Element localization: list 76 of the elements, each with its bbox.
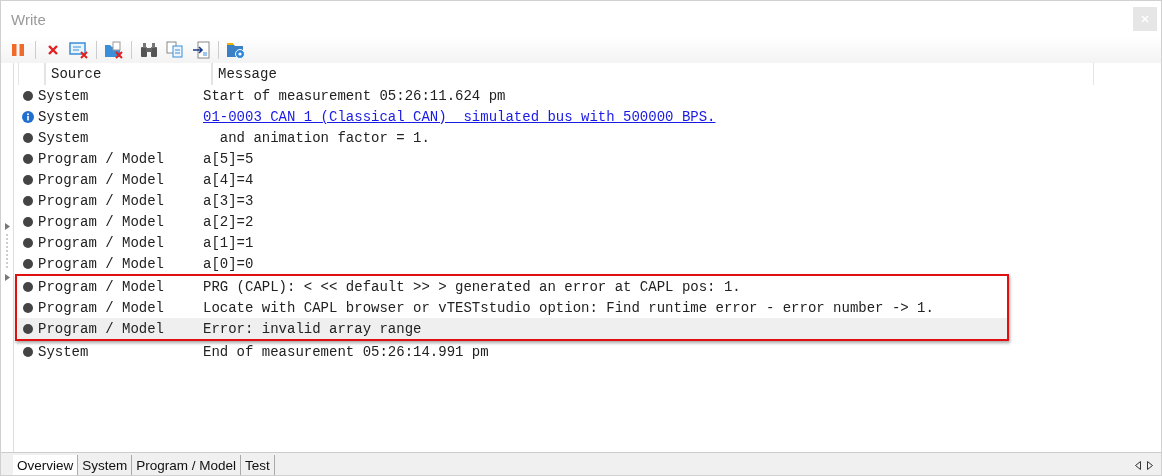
log-row[interactable]: System 01-0003 CAN 1 (Classical CAN) simulated bus with 500000 BPS. [18,106,1094,127]
binoculars-icon [140,42,158,58]
log-row[interactable]: System End of measurement 05:26:14.991 pm [18,341,1094,362]
clear-file-button[interactable] [103,39,125,61]
bullet-icon [23,195,33,206]
message-text: Error: invalid array range [203,320,422,337]
tab[interactable]: Test [241,455,275,475]
log-row[interactable]: Program / Model a[3]=3 [18,190,1094,211]
column-header[interactable]: Source [45,63,212,85]
bullet-icon [23,132,33,143]
log-row[interactable]: Program / Model a[1]=1 [18,232,1094,253]
bullet-icon [23,90,33,101]
message-link[interactable]: 01-0003 CAN 1 (Classical CAN) simulated bus with 500000 BPS. [203,108,716,125]
log-row[interactable]: Program / Model Error: invalid array range [18,318,1007,339]
message-text: Locate with CAPL browser or vTESTstudio option: Find runtime error - error number -> 1. [203,299,934,316]
expand-icon[interactable] [4,274,10,281]
source-text: Program / Model [38,255,166,272]
source-text: Program / Model [38,278,166,295]
bullet-icon [23,302,33,313]
expand-icon[interactable] [4,223,10,230]
info-icon [22,110,34,123]
message-text: and animation factor = 1. [218,129,430,146]
bullet-icon [23,323,33,334]
log-row[interactable]: Program / Model a[0]=0 [18,253,1094,274]
column-header[interactable]: Message [212,63,1094,85]
pause-icon [11,43,25,57]
source-text: System [38,343,90,360]
bullet-icon [23,258,33,269]
log-row[interactable]: System and animation factor = 1. [18,127,1094,148]
close-icon [47,44,59,56]
message-text: a[1]=1 [203,234,254,251]
source-text: Program / Model [38,234,166,251]
import-icon [192,41,210,59]
source-text: Program / Model [38,171,166,188]
source-text: System [38,87,90,104]
import-button[interactable] [190,39,212,61]
header-cell [18,63,45,85]
log-row[interactable]: Program / Model a[4]=4 [18,169,1094,190]
source-text: System [38,129,90,146]
tab[interactable]: Program / Model [132,455,242,475]
source-text: Program / Model [38,320,166,337]
message-text: a[2]=2 [203,213,254,230]
message-text: a[0]=0 [203,255,254,272]
source-text: Program / Model [38,299,166,316]
message-text: PRG (CAPL): < << default >> > generated an error at CAPL pos: 1. [203,278,741,295]
bullet-icon [23,346,33,357]
source-text: Program / Model [38,150,166,167]
bullet-icon [23,281,33,292]
bullet-icon [23,174,33,185]
window-title: Write [11,10,46,28]
scroll-left-icon[interactable] [1135,461,1141,470]
source-text: Program / Model [38,192,166,209]
clear-button[interactable] [68,39,90,61]
close-icon [1140,14,1150,24]
screen-x-icon [69,41,89,59]
message-text: a[3]=3 [203,192,254,209]
folder-gear-icon [226,41,246,59]
log-row[interactable]: System Start of measurement 05:26:11.624 pm [18,85,1094,106]
scroll-right-icon[interactable] [1147,461,1153,470]
message-text: a[4]=4 [203,171,254,188]
tab[interactable]: Overview [13,455,79,475]
log-row[interactable]: Program / Model a[2]=2 [18,211,1094,232]
log-row[interactable]: Program / Model a[5]=5 [18,148,1094,169]
source-text: Program / Model [38,213,166,230]
copy-icon [166,41,184,59]
source-text: System [38,108,90,125]
log-row[interactable]: Program / Model Locate with CAPL browser or vTESTstudio option: Find runtime error - error number -> 1. [18,297,1007,318]
bullet-icon [23,153,33,164]
message-text: a[5]=5 [203,150,254,167]
folder-x-icon [104,41,124,59]
tab[interactable]: System [78,455,133,475]
bullet-icon [23,216,33,227]
bullet-icon [23,237,33,248]
log-row[interactable]: Program / Model PRG (CAPL): < << default >> > generated an error at CAPL pos: 1. [18,276,1007,297]
message-text: End of measurement 05:26:14.991 pm [203,343,489,360]
message-text: Start of measurement 05:26:11.624 pm [203,87,506,104]
